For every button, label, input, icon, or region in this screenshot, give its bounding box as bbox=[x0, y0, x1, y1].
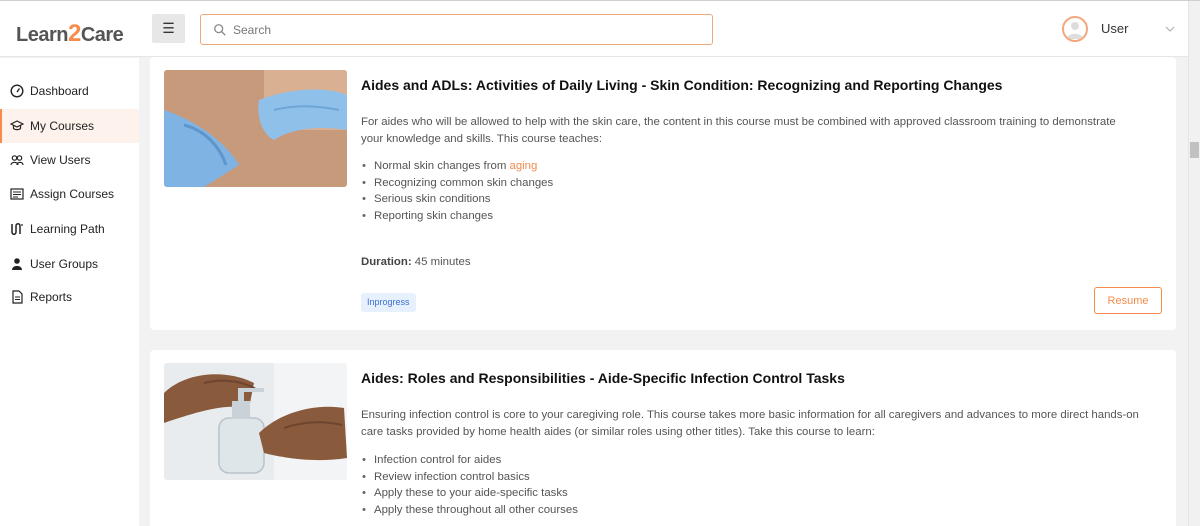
search-input[interactable] bbox=[233, 22, 693, 37]
avatar-icon bbox=[1067, 22, 1083, 39]
topic-text: Infection control for aides bbox=[374, 454, 502, 466]
course-title[interactable]: Aides: Roles and Responsibilities - Aide… bbox=[361, 370, 845, 386]
user-avatar[interactable] bbox=[1062, 16, 1088, 42]
course-card: Aides: Roles and Responsibilities - Aide… bbox=[150, 350, 1176, 526]
search-icon bbox=[214, 23, 226, 36]
sidebar-item-label: View Users bbox=[30, 153, 91, 167]
chevron-down-icon[interactable] bbox=[1164, 23, 1176, 35]
course-image-infection-control bbox=[164, 363, 347, 480]
sidebar-item-dashboard[interactable]: Dashboard bbox=[0, 74, 139, 108]
users-icon bbox=[10, 155, 24, 166]
logo-text-learn: Learn bbox=[16, 24, 68, 46]
course-description: For aides who will be allowed to help wi… bbox=[361, 116, 1116, 145]
topic-text: Normal skin changes from bbox=[374, 160, 510, 172]
course-card: Aides and ADLs: Activities of Daily Livi… bbox=[150, 57, 1176, 330]
user-name[interactable]: User bbox=[1101, 21, 1128, 36]
topic-text: Reporting skin changes bbox=[374, 210, 494, 223]
hand-sanitizer-image bbox=[164, 363, 347, 480]
page-scrollbar[interactable] bbox=[1188, 1, 1200, 526]
logo-text-2: 2 bbox=[67, 20, 81, 47]
hamburger-menu-button[interactable]: ☰ bbox=[152, 14, 185, 43]
sidebar-item-my-courses[interactable]: My Courses bbox=[0, 109, 139, 143]
sidebar-item-assign-courses[interactable]: Assign Courses bbox=[0, 177, 139, 211]
sidebar-item-label: My Courses bbox=[30, 119, 95, 133]
list-item: Infection control for aides bbox=[361, 452, 578, 469]
user-icon bbox=[12, 258, 22, 270]
sidebar-item-label: Learning Path bbox=[30, 222, 105, 236]
list-item: Apply these to your aide-specific tasks bbox=[361, 485, 578, 502]
topic-text: Serious skin conditions bbox=[374, 193, 491, 206]
path-icon bbox=[11, 223, 23, 235]
sidebar-item-label: User Groups bbox=[30, 257, 99, 271]
status-badge: Inprogress bbox=[361, 293, 416, 312]
list-item: Review infection control basics bbox=[361, 469, 578, 486]
sidebar-item-reports[interactable]: Reports bbox=[0, 280, 139, 314]
skin-exam-image bbox=[164, 70, 347, 187]
logo[interactable]: Learn2Care bbox=[16, 20, 124, 48]
resume-button[interactable]: Resume bbox=[1094, 287, 1162, 314]
sidebar-item-user-groups[interactable]: User Groups bbox=[0, 247, 139, 281]
list-item: Recognizing common skin changes bbox=[361, 175, 553, 192]
duration-label: Duration: bbox=[361, 256, 412, 268]
topic-text: Apply these to your aide-specific tasks bbox=[374, 487, 568, 500]
duration-value: 45 minutes bbox=[414, 256, 471, 268]
topic-text: Apply these throughout all other courses bbox=[374, 504, 578, 517]
topic-text: Review infection control basics bbox=[374, 470, 530, 483]
list-item: Reporting skin changes bbox=[361, 208, 553, 225]
search-box[interactable] bbox=[200, 14, 713, 45]
report-icon bbox=[12, 290, 23, 304]
course-title[interactable]: Aides and ADLs: Activities of Daily Livi… bbox=[361, 77, 1002, 93]
course-duration: Duration: 45 minutes bbox=[361, 256, 471, 268]
sidebar: Dashboard My Courses View Users Assign C… bbox=[0, 58, 139, 526]
sidebar-item-view-users[interactable]: View Users bbox=[0, 143, 139, 177]
list-item: Normal skin changes from aging bbox=[361, 158, 553, 175]
list-icon bbox=[10, 188, 24, 200]
course-description: Ensuring infection control is core to yo… bbox=[361, 409, 1139, 438]
logo-text-care: Care bbox=[80, 24, 124, 46]
sidebar-item-learning-path[interactable]: Learning Path bbox=[0, 212, 139, 246]
course-image-skin bbox=[164, 70, 347, 187]
sidebar-item-label: Dashboard bbox=[30, 84, 89, 98]
list-item: Apply these throughout all other courses bbox=[361, 502, 578, 519]
dashboard-icon bbox=[10, 84, 24, 98]
list-item: Serious skin conditions bbox=[361, 191, 553, 208]
hamburger-icon: ☰ bbox=[162, 20, 175, 36]
sidebar-item-label: Assign Courses bbox=[30, 187, 115, 201]
topic-text: Recognizing common skin changes bbox=[374, 176, 554, 189]
sidebar-item-label: Reports bbox=[30, 290, 73, 304]
scrollbar-thumb[interactable] bbox=[1190, 142, 1199, 158]
topic-highlight: aging bbox=[509, 160, 538, 172]
graduation-cap-icon bbox=[10, 120, 24, 131]
course-topics-list: Normal skin changes from aging Recognizi… bbox=[361, 158, 553, 225]
course-topics-list: Infection control for aides Review infec… bbox=[361, 452, 578, 519]
top-header: Learn2Care ☰ User bbox=[0, 1, 1188, 57]
